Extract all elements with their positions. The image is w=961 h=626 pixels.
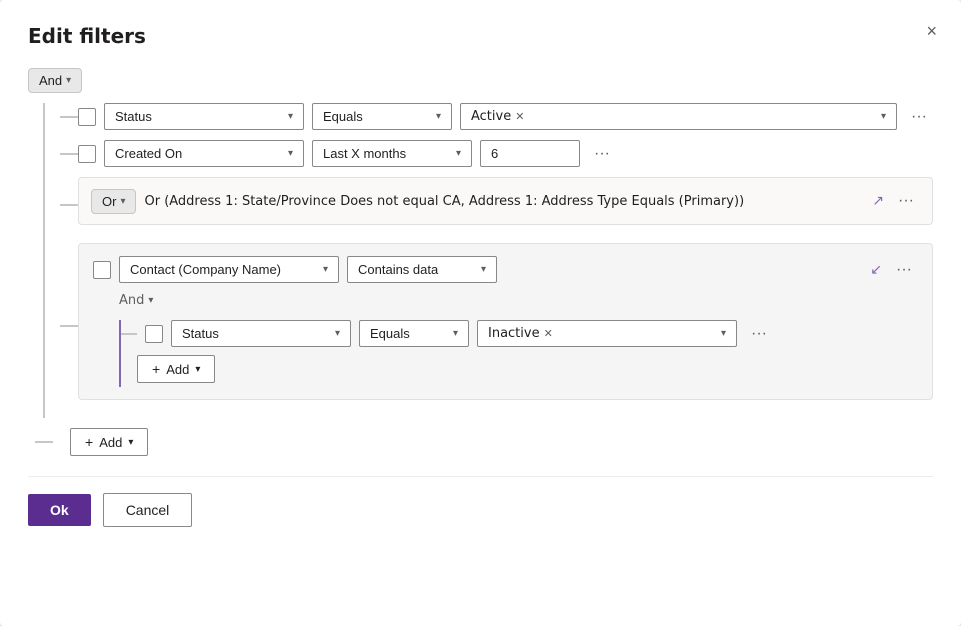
row-content-status: Status ▾ Equals ▾ Active ✕ ▾ ··· [78, 103, 933, 130]
nested-field-chev: ▾ [323, 264, 328, 275]
dialog-footer: Ok Cancel [28, 476, 933, 527]
field-dropdown-createdon[interactable]: Created On ▾ [104, 140, 304, 167]
inner-row-checkbox[interactable] [145, 325, 163, 343]
or-group: Or ▾ Or (Address 1: State/Province Does … [78, 177, 933, 225]
nested-field-label: Contact (Company Name) [130, 262, 281, 277]
field-label-status: Status [115, 109, 152, 124]
or-logic-label: Or [102, 194, 116, 209]
inner-operator-chev: ▾ [453, 328, 458, 339]
or-group-text: Or (Address 1: State/Province Does not e… [144, 194, 864, 209]
or-logic-pill[interactable]: Or ▾ [91, 189, 136, 214]
cancel-button[interactable]: Cancel [103, 493, 193, 527]
nested-group-row: Contact (Company Name) ▾ Contains data ▾… [60, 243, 933, 408]
field-chev-status: ▾ [288, 111, 293, 122]
or-group-ellipsis[interactable]: ··· [892, 188, 920, 214]
bottom-add-chev: ▾ [128, 437, 133, 448]
nested-operator-dropdown[interactable]: Contains data ▾ [347, 256, 497, 283]
value-tag-chev[interactable]: ▾ [881, 111, 886, 122]
operator-chev-createdon: ▾ [456, 148, 461, 159]
top-and-pill[interactable]: And ▾ [28, 68, 82, 93]
value-input-createdon[interactable] [480, 140, 580, 167]
nested-add-chev: ▾ [195, 364, 200, 375]
or-expand-icon[interactable]: ↗ [872, 193, 884, 209]
nested-header-checkbox[interactable] [93, 261, 111, 279]
operator-chev-status: ▾ [436, 111, 441, 122]
row1-ellipsis[interactable]: ··· [905, 104, 933, 130]
nested-group: Contact (Company Name) ▾ Contains data ▾… [78, 243, 933, 400]
nested-add-label: Add [166, 362, 189, 377]
bottom-add-button[interactable]: + Add ▾ [70, 428, 148, 456]
or-group-row: Or ▾ Or (Address 1: State/Province Does … [60, 177, 933, 233]
inner-field-dropdown[interactable]: Status ▾ [171, 320, 351, 347]
inner-operator-label: Equals [370, 326, 410, 341]
row1-checkbox[interactable] [78, 108, 96, 126]
inner-row-ellipsis[interactable]: ··· [745, 321, 773, 347]
field-dropdown-status[interactable]: Status ▾ [104, 103, 304, 130]
inner-field-chev: ▾ [335, 328, 340, 339]
nested-operator-label: Contains data [358, 262, 438, 277]
nested-group-header: Contact (Company Name) ▾ Contains data ▾… [93, 256, 918, 283]
edit-filters-dialog: Edit filters × And ▾ Status ▾ [0, 0, 961, 626]
filter-row-status: Status ▾ Equals ▾ Active ✕ ▾ ··· [60, 103, 933, 130]
ok-button[interactable]: Ok [28, 494, 91, 526]
nested-header-ellipsis[interactable]: ··· [890, 257, 918, 283]
nested-and-label: And [119, 293, 144, 308]
row-content-createdon: Created On ▾ Last X months ▾ ··· [78, 140, 933, 167]
tag-remove-active[interactable]: ✕ [515, 110, 524, 123]
inner-field-label: Status [182, 326, 219, 341]
top-and-label: And [39, 73, 62, 88]
field-chev-createdon: ▾ [288, 148, 293, 159]
close-button[interactable]: × [922, 18, 941, 44]
dialog-title: Edit filters [28, 24, 933, 48]
filter-row-createdon: Created On ▾ Last X months ▾ ··· [60, 140, 933, 167]
operator-label-status: Equals [323, 109, 363, 124]
row2-checkbox[interactable] [78, 145, 96, 163]
inner-tag-item: Inactive ✕ [488, 326, 553, 341]
inner-tag-remove[interactable]: ✕ [544, 327, 553, 340]
top-and-chevron: ▾ [66, 75, 71, 86]
tag-item-active: Active ✕ [471, 109, 524, 124]
nested-field-dropdown[interactable]: Contact (Company Name) ▾ [119, 256, 339, 283]
field-label-createdon: Created On [115, 146, 182, 161]
or-logic-chev: ▾ [120, 196, 125, 207]
inner-operator-dropdown[interactable]: Equals ▾ [359, 320, 469, 347]
operator-dropdown-createdon[interactable]: Last X months ▾ [312, 140, 472, 167]
nested-operator-chev: ▾ [481, 264, 486, 275]
inner-value-tag[interactable]: Inactive ✕ ▾ [477, 320, 737, 347]
operator-dropdown-status[interactable]: Equals ▾ [312, 103, 452, 130]
bottom-add-plus: + [85, 434, 93, 450]
nested-collapse-icon[interactable]: ↙ [870, 262, 882, 278]
tag-label-active: Active [471, 109, 511, 124]
bottom-add-row: + Add ▾ [28, 428, 933, 456]
nested-and-chev: ▾ [148, 295, 153, 306]
value-tag-status[interactable]: Active ✕ ▾ [460, 103, 897, 130]
row2-ellipsis[interactable]: ··· [588, 141, 616, 167]
bottom-add-label: Add [99, 435, 122, 450]
or-group-inner: Or ▾ Or (Address 1: State/Province Does … [91, 188, 920, 214]
nested-add-button[interactable]: + Add ▾ [137, 355, 215, 383]
operator-label-createdon: Last X months [323, 146, 406, 161]
inner-value-tag-chev[interactable]: ▾ [721, 328, 726, 339]
inner-filter-row: Status ▾ Equals ▾ [121, 320, 773, 347]
nested-add-plus: + [152, 361, 160, 377]
inner-tag-label: Inactive [488, 326, 540, 341]
